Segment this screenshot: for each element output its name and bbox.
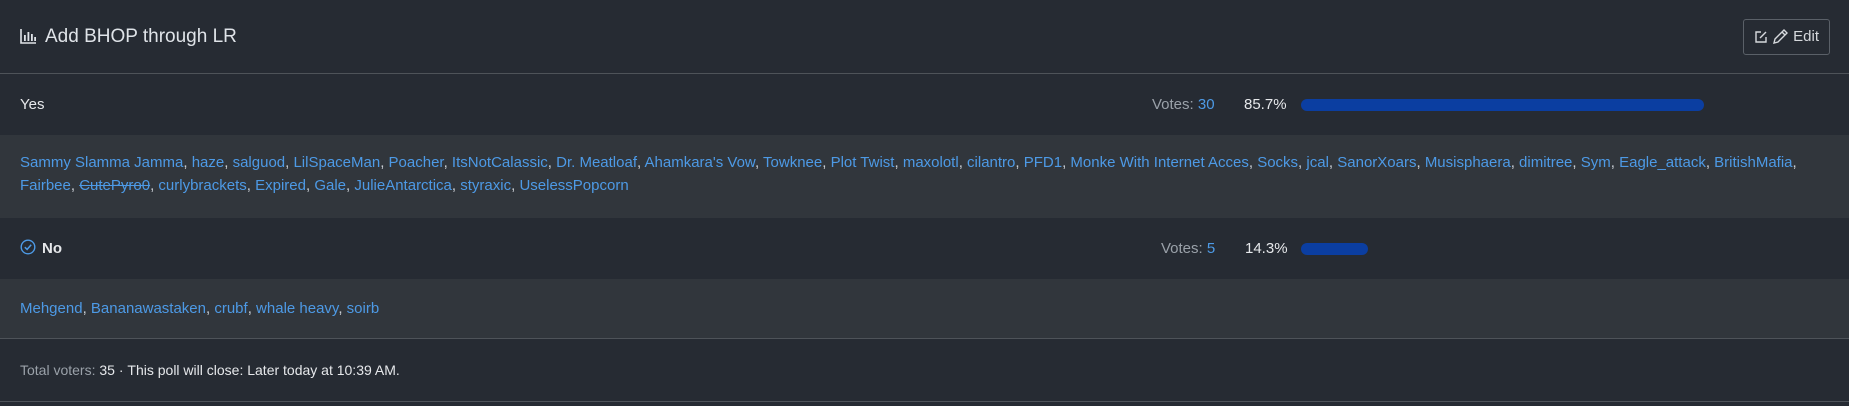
total-voters-value: 35: [99, 362, 115, 378]
voter-link[interactable]: jcal: [1306, 154, 1329, 171]
voter-link[interactable]: dimitree: [1519, 154, 1572, 171]
close-value: Later today at 10:39 AM.: [247, 362, 400, 378]
voter-link[interactable]: Monke With Internet Acces: [1070, 154, 1248, 171]
voter-link[interactable]: Mehgend: [20, 300, 83, 317]
voter-separator: ,: [183, 154, 192, 171]
voter-link[interactable]: Bananawastaken: [91, 300, 206, 317]
edit-square-icon: [1754, 30, 1768, 44]
voter-link[interactable]: Sym: [1581, 154, 1611, 171]
voter-separator: ,: [1328, 154, 1338, 171]
voter-link[interactable]: styraxic: [460, 177, 511, 194]
voter-link[interactable]: Dr. Meatloaf: [556, 154, 637, 171]
voter-separator: ,: [1015, 154, 1024, 171]
voter-link[interactable]: Sammy Slamma Jamma: [20, 154, 183, 171]
votes-count: Votes: 5: [1161, 240, 1216, 257]
voter-link[interactable]: PFD1: [1024, 154, 1062, 171]
edit-button[interactable]: Edit: [1743, 18, 1830, 55]
voter-separator: ,: [637, 154, 645, 171]
voter-separator: ,: [224, 154, 233, 171]
votes-count: Votes: 30: [1152, 96, 1215, 113]
total-voters-label: Total voters:: [20, 362, 96, 378]
vote-bar: [1301, 242, 1828, 255]
voter-link[interactable]: BritishMafia: [1714, 154, 1792, 171]
votes-link[interactable]: 30: [1198, 96, 1215, 113]
voter-link[interactable]: Expired: [255, 177, 306, 194]
voter-separator: ,: [754, 154, 764, 171]
voter-separator: ,: [443, 154, 452, 171]
voter-link[interactable]: Gale: [314, 177, 346, 194]
voter-list-yes: Sammy Slamma Jamma, haze, salguod, LilSp…: [0, 135, 1849, 218]
check-circle-icon: [20, 238, 36, 259]
option-label-selected: No: [20, 238, 62, 259]
vote-percent: 85.7%: [1244, 96, 1287, 113]
voter-separator: ,: [958, 154, 968, 171]
voter-link[interactable]: cilantro: [967, 154, 1015, 171]
voter-separator: ,: [1416, 154, 1425, 171]
voter-separator: ,: [1705, 154, 1715, 171]
voter-separator: ,: [380, 154, 389, 171]
voter-separator: ,: [894, 154, 903, 171]
voter-separator: ,: [822, 154, 831, 171]
voter-link[interactable]: UselessPopcorn: [519, 177, 628, 194]
voter-link[interactable]: JulieAntarctica: [354, 177, 452, 194]
poll-block: Add BHOP through LR Edit Yes Votes: 30 8…: [0, 0, 1849, 406]
poll-title: Add BHOP through LR: [20, 26, 237, 48]
vote-percent: 14.3%: [1245, 240, 1288, 257]
poll-title-text: Add BHOP through LR: [45, 25, 237, 47]
voter-link[interactable]: Musisphaera: [1425, 154, 1511, 171]
poll-footer: Total voters: 35 · This poll will close:…: [0, 339, 1849, 402]
voter-link[interactable]: Poacher: [389, 154, 444, 171]
voter-separator: ,: [1572, 154, 1581, 171]
vote-bar-fill: [1301, 98, 1704, 111]
voter-link[interactable]: soirb: [347, 300, 380, 317]
option-label: Yes: [20, 96, 45, 113]
voter-link[interactable]: Plot Twist: [831, 154, 895, 171]
voter-separator: ,: [1792, 154, 1797, 171]
edit-label: Edit: [1793, 28, 1819, 45]
voter-link[interactable]: crubf: [214, 300, 247, 317]
poll-header: Add BHOP through LR Edit: [0, 0, 1849, 74]
voter-link[interactable]: ItsNotCalassic: [452, 154, 548, 171]
voter-link[interactable]: Socks: [1257, 154, 1298, 171]
voter-separator: ,: [247, 300, 257, 317]
voter-link[interactable]: Fairbee: [20, 177, 71, 194]
bar-chart-icon: [20, 29, 37, 44]
poll-option-yes[interactable]: Yes Votes: 30 85.7%: [0, 74, 1849, 135]
voter-link[interactable]: salguod: [233, 154, 286, 171]
voter-separator: ,: [82, 300, 91, 317]
voter-list-no: Mehgend, Bananawastaken, crubf, whale he…: [0, 279, 1849, 339]
voter-link[interactable]: maxolotl: [903, 154, 959, 171]
voter-link[interactable]: CutePyro0: [79, 177, 150, 194]
votes-link[interactable]: 5: [1207, 240, 1215, 257]
voter-link[interactable]: Eagle_attack: [1619, 154, 1706, 171]
pencil-icon: [1772, 28, 1789, 45]
voter-link[interactable]: haze: [192, 154, 225, 171]
voter-separator: ,: [338, 300, 347, 317]
voter-separator: ,: [547, 154, 557, 171]
voter-link[interactable]: Towknee: [763, 154, 822, 171]
voter-link[interactable]: whale heavy: [256, 300, 338, 317]
close-label: This poll will close:: [127, 362, 244, 378]
voter-link[interactable]: curlybrackets: [158, 177, 246, 194]
voter-link[interactable]: SanorXoars: [1337, 154, 1416, 171]
footer-separator: ·: [118, 362, 124, 378]
voter-separator: ,: [451, 177, 461, 194]
voter-link[interactable]: LilSpaceMan: [293, 154, 380, 171]
voter-separator: ,: [246, 177, 256, 194]
voter-separator: ,: [1610, 154, 1620, 171]
vote-bar-fill: [1301, 242, 1369, 255]
poll-option-no[interactable]: No Votes: 5 14.3%: [0, 218, 1849, 279]
voter-link[interactable]: Ahamkara's Vow: [645, 154, 755, 171]
voter-separator: ,: [70, 177, 80, 194]
vote-bar: [1301, 98, 1828, 111]
voter-separator: ,: [1510, 154, 1520, 171]
voter-separator: ,: [1248, 154, 1258, 171]
